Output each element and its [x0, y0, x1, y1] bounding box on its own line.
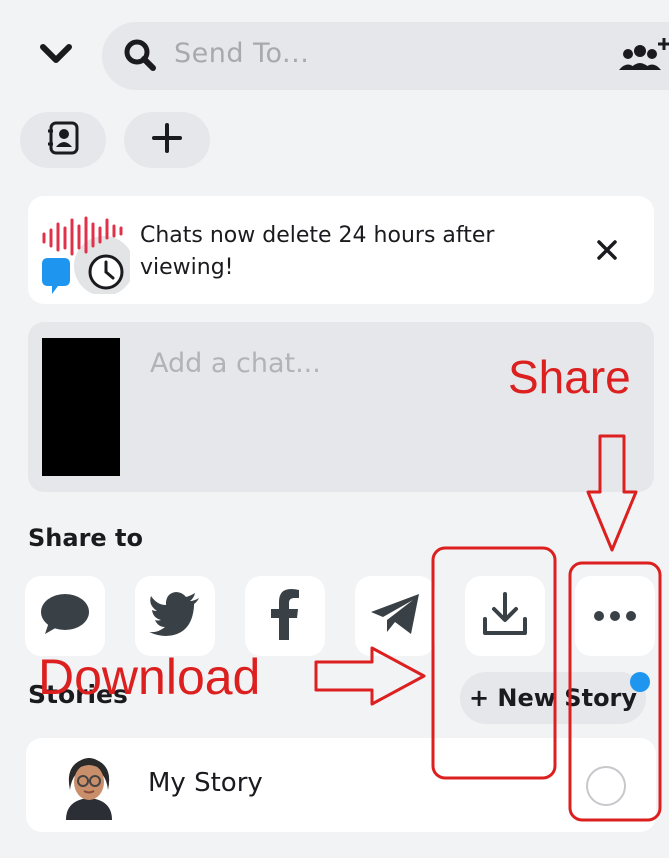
- download-icon: [481, 591, 529, 641]
- close-icon[interactable]: [596, 239, 618, 261]
- chat-bubble-icon: [39, 592, 91, 640]
- snap-preview-thumbnail: [42, 338, 120, 476]
- contact-book-icon: [45, 120, 81, 160]
- share-message-button[interactable]: [25, 576, 105, 656]
- twitter-icon: [149, 592, 201, 640]
- new-group-icon[interactable]: [616, 34, 669, 76]
- banner-message: Chats now delete 24 hours after viewing!: [140, 223, 495, 280]
- download-arrow: [314, 646, 426, 706]
- search-input[interactable]: Send To...: [174, 38, 309, 69]
- add-button[interactable]: [124, 112, 210, 168]
- search-icon: [122, 37, 158, 73]
- share-download-button[interactable]: [465, 576, 545, 656]
- telegram-icon: [369, 592, 421, 640]
- share-annotation-label: Share: [508, 351, 631, 403]
- disappearing-chat-illustration-icon: [38, 208, 134, 296]
- chat-input[interactable]: Add a chat...: [150, 348, 321, 379]
- avatar: [56, 750, 122, 820]
- notification-dot: [630, 672, 650, 692]
- chat-compose-box: [28, 322, 654, 492]
- facebook-icon: [270, 588, 300, 644]
- contacts-button[interactable]: [20, 112, 106, 168]
- share-heading: Share to: [28, 524, 143, 552]
- share-more-button[interactable]: [575, 576, 655, 656]
- download-annotation-label: Download: [38, 649, 261, 705]
- share-facebook-button[interactable]: [245, 576, 325, 656]
- more-icon: [593, 607, 637, 626]
- collapse-chevron-icon[interactable]: [38, 38, 74, 70]
- my-story-select-radio[interactable]: [586, 766, 626, 806]
- my-story-label: My Story: [148, 768, 263, 798]
- share-telegram-button[interactable]: [355, 576, 435, 656]
- new-story-button[interactable]: + New Story: [460, 672, 646, 724]
- share-twitter-button[interactable]: [135, 576, 215, 656]
- plus-icon: [151, 122, 183, 158]
